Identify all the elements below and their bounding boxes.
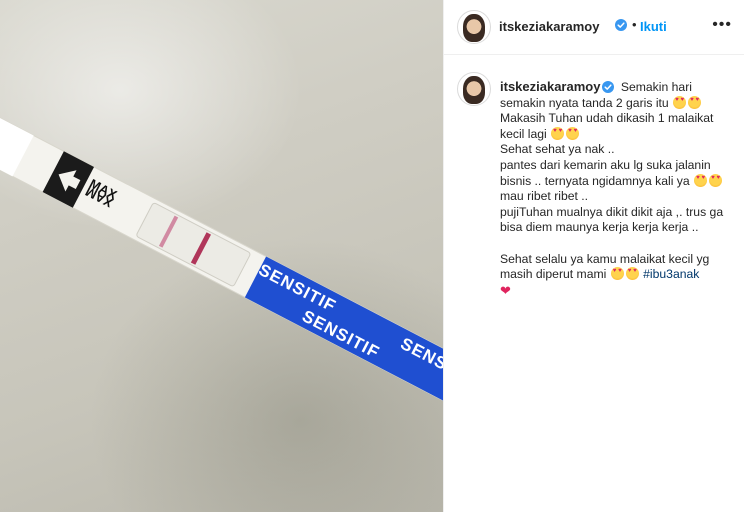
follow-button[interactable]: Ikuti [640, 19, 667, 34]
verified-badge-icon [602, 81, 615, 93]
avatar[interactable] [457, 10, 491, 44]
verified-badge-icon [615, 19, 627, 31]
post-caption: itskeziakaramoy Semakin hari semakin nya… [500, 79, 732, 299]
more-options-icon[interactable]: ••• [712, 16, 732, 34]
smiling-face-with-heart-eyes-emoji [694, 173, 708, 187]
caption-text: Makasih Tuhan udah dikasih 1 malaikat ke… [500, 111, 714, 141]
column-divider [443, 0, 444, 512]
smiling-face-with-heart-eyes-emoji [673, 95, 687, 109]
smiling-face-with-heart-eyes-emoji [610, 267, 624, 281]
caption-text: Sehat sehat ya nak .. [500, 142, 615, 157]
red-heart-emoji: ❤ [500, 282, 511, 298]
post-photo[interactable]: MAX MAX SENSITIF SENSITIF SENSITIF [0, 0, 443, 512]
caption-text: pantes dari kemarin aku lg suka jalanin … [500, 157, 711, 188]
smiling-face-with-heart-eyes-emoji [688, 95, 702, 109]
caption-avatar[interactable] [457, 72, 491, 106]
smiling-face-with-heart-eyes-emoji [709, 173, 723, 187]
smiling-face-with-heart-eyes-emoji [566, 126, 580, 140]
separator-dot: • [632, 17, 637, 32]
hashtag-link[interactable]: #ibu3anak [643, 267, 699, 281]
post-header: itskeziakaramoy • Ikuti ••• [444, 0, 744, 55]
caption-text: mau ribet ribet .. [500, 189, 589, 204]
smiling-face-with-heart-eyes-emoji [551, 126, 565, 140]
header-username[interactable]: itskeziakaramoy [499, 19, 599, 34]
pregnancy-test-strip: MAX MAX SENSITIF SENSITIF SENSITIF [0, 98, 443, 436]
caption-username[interactable]: itskeziakaramoy [500, 79, 600, 94]
caption-text: pujiTuhan mualnya dikit dikit aja ,. tru… [500, 204, 724, 235]
smiling-face-with-heart-eyes-emoji [625, 267, 639, 281]
